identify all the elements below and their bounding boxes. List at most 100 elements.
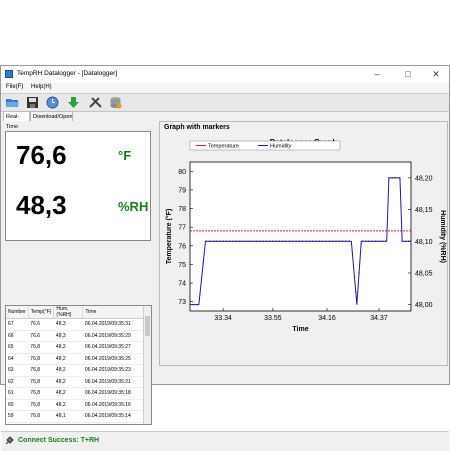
table-row[interactable]: 60 76,8 48,2 06.04.2019/09:35:16: [6, 399, 144, 411]
data-point: [275, 240, 277, 242]
data-point: [239, 240, 241, 242]
data-point: [398, 177, 400, 179]
maximize-icon[interactable]: □: [397, 67, 419, 81]
data-point: [278, 240, 281, 242]
x-tick-label: 33.34: [214, 315, 232, 322]
table-row[interactable]: 66 76,6 48,3 06.04.2019/09:35:29: [6, 330, 144, 342]
tab-download-open[interactable]: Download/Open: [30, 111, 73, 121]
column-header[interactable]: Temp(°F): [28, 306, 55, 319]
y-right-axis-label: Humidity (%RH): [439, 210, 446, 263]
table-cell: 48,2: [53, 364, 83, 377]
humidity-value: 48,3: [16, 190, 67, 220]
table-cell: 48,3: [53, 318, 83, 331]
column-header[interactable]: Hum.(%RH): [53, 306, 84, 319]
menu-file[interactable]: File(F): [6, 84, 23, 90]
scrollbar-thumb[interactable]: [145, 316, 150, 336]
table-cell: 06.04.2019/09:35:29: [82, 330, 144, 342]
table-row[interactable]: 62 76,8 48,2 06.04.2019/09:35:21: [6, 376, 144, 388]
table-row[interactable]: 61 76,8 48,2 06.04.2019/09:35:18: [6, 387, 144, 400]
realtime-panel: 76,6 °F 48,3 %RH Number Temp(°F) Hum.(%R…: [5, 121, 152, 425]
table-cell: 76,8: [28, 353, 54, 365]
table-cell: 76,6: [28, 330, 54, 342]
table-cell: 48,1: [53, 410, 83, 423]
status-text: Connect Success: T+RH: [18, 437, 100, 444]
table-cell: 76,8: [28, 364, 54, 377]
data-point: [202, 261, 204, 264]
data-point: [364, 240, 367, 242]
save-icon[interactable]: [25, 96, 40, 109]
data-point: [351, 253, 354, 255]
data-point: [292, 240, 294, 242]
y-right-tick-label: 48,10: [415, 239, 433, 246]
table-cell: 62: [6, 376, 29, 388]
table-cell: 48,2: [53, 399, 83, 411]
data-point: [391, 177, 393, 179]
data-point: [219, 240, 221, 242]
folder-open-icon[interactable]: [5, 96, 20, 109]
table-scrollbar[interactable]: [143, 306, 151, 424]
table-cell: 06.04.2019/09:35:16: [82, 399, 144, 411]
y-left-tick-label: 78: [178, 206, 186, 213]
data-point: [229, 240, 231, 242]
data-point: [245, 240, 248, 242]
data-point: [199, 293, 201, 295]
data-point: [298, 240, 301, 242]
y-right-tick-label: 48,15: [415, 207, 433, 214]
table-cell: 65: [6, 341, 29, 354]
data-point: [268, 240, 271, 242]
column-header[interactable]: Number: [6, 306, 29, 319]
status-bar: Connect Success: T+RH: [1, 431, 449, 451]
y-left-tick-label: 75: [178, 262, 186, 269]
table-cell: 76,8: [28, 341, 54, 354]
data-point: [325, 240, 327, 242]
table-header: Number Temp(°F) Hum.(%RH) Time: [6, 306, 145, 319]
y-left-axis-label: Temperature (°F): [165, 209, 173, 265]
table-row[interactable]: 67 76,6 48,3 06.04.2019/09:35:31: [6, 318, 144, 331]
y-left-tick-label: 80: [178, 169, 186, 176]
data-point: [408, 240, 410, 242]
table-cell: 76,8: [28, 410, 54, 423]
data-point: [355, 291, 357, 293]
table-cell: 48,2: [53, 341, 83, 354]
table-row[interactable]: 59 76,8 48,1 06.04.2019/09:35:14: [6, 410, 144, 423]
table-cell: 61: [6, 387, 29, 400]
temperature-unit: °F: [118, 148, 132, 163]
table-cell: 06.04.2019/09:35:25: [82, 353, 144, 365]
data-point: [348, 240, 350, 242]
y-right-tick-label: 48,00: [415, 302, 433, 309]
data-point: [232, 240, 234, 242]
table-row[interactable]: 5876,848,106.04.2019/09:35:12: [6, 422, 144, 424]
column-header[interactable]: Time: [82, 306, 145, 319]
data-point: [388, 177, 390, 179]
tools-icon[interactable]: [88, 96, 103, 109]
data-table: Number Temp(°F) Hum.(%RH) Time 67 76,6 48,…: [5, 305, 152, 425]
data-point: [401, 240, 403, 242]
data-point: [318, 240, 320, 242]
readings-box: 76,6 °F 48,3 %RH: [5, 131, 151, 241]
app-window: TempRH Datalogger - [Datalogger] – □ ✕ F…: [0, 65, 450, 451]
data-point: [358, 272, 360, 274]
table-row[interactable]: 65 76,8 48,2 06.04.2019/09:35:27: [6, 341, 144, 354]
graph-panel-title: Graph with markers: [164, 124, 230, 131]
data-point: [394, 177, 397, 179]
data-point: [248, 240, 251, 242]
data-point: [338, 240, 340, 242]
close-icon[interactable]: ✕: [425, 67, 447, 81]
table-cell: 48,1: [53, 422, 83, 424]
table-row[interactable]: 64 76,8 48,2 06.04.2019/09:35:25: [6, 353, 144, 365]
data-point: [368, 240, 370, 242]
database-icon[interactable]: [108, 96, 123, 109]
menu-bar: File(F) Help(H): [1, 83, 449, 93]
data-point: [255, 240, 257, 242]
download-arrow-icon[interactable]: [66, 96, 81, 109]
table-cell: 58: [6, 422, 29, 424]
temperature-value: 76,6: [16, 140, 67, 170]
y-left-tick-label: 73: [178, 299, 186, 306]
table-row[interactable]: 63 76,8 48,2 06.04.2019/09:35:23: [6, 364, 144, 377]
data-point: [192, 303, 195, 306]
data-point: [235, 240, 238, 242]
menu-help[interactable]: Help(H): [31, 84, 52, 90]
minimize-icon[interactable]: –: [366, 67, 388, 81]
tab-real-time[interactable]: Real-Time: [3, 111, 30, 130]
clock-icon[interactable]: [45, 96, 60, 109]
